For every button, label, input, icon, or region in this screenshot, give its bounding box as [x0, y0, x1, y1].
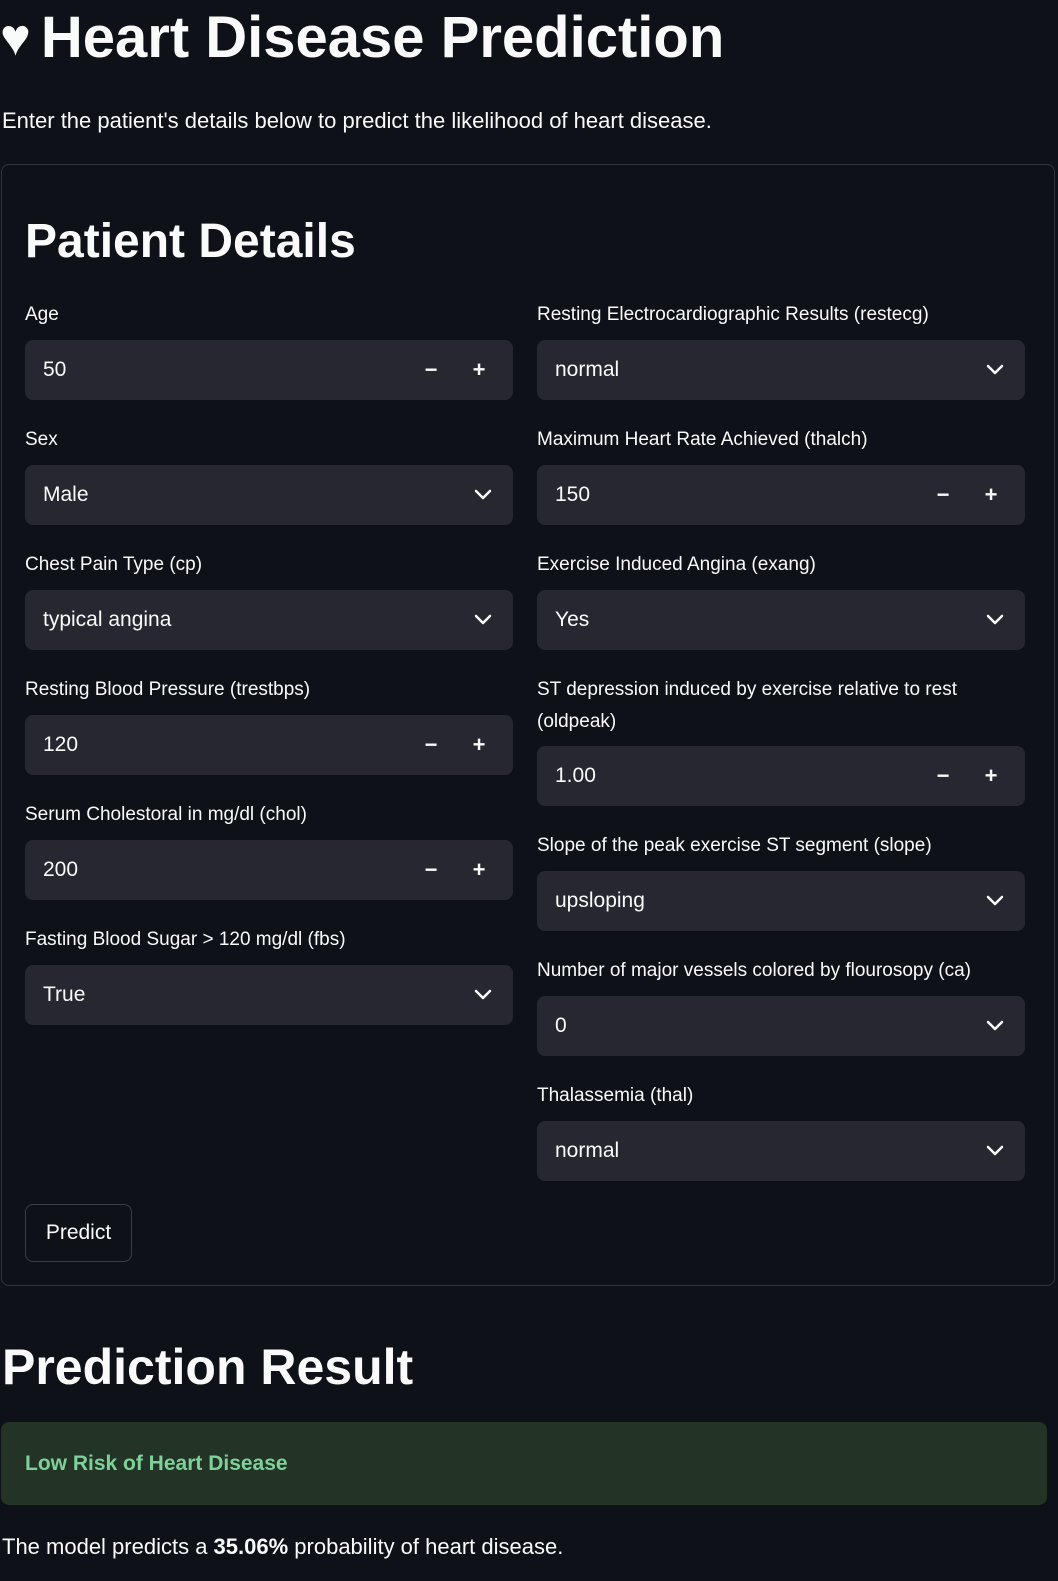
cp-value: typical angina [43, 608, 172, 631]
oldpeak-increment-button[interactable]: + [967, 754, 1015, 798]
age-stepper: − + [407, 348, 503, 392]
trestbps-stepper: − + [407, 723, 503, 767]
restecg-label: Resting Electrocardiographic Results (re… [537, 304, 929, 325]
chol-increment-button[interactable]: + [455, 848, 503, 892]
cp-label: Chest Pain Type (cp) [25, 554, 203, 575]
age-label: Age [25, 304, 59, 325]
sex-value: Male [43, 483, 89, 506]
restecg-select[interactable]: normal [537, 340, 1025, 400]
chevron-down-icon [983, 889, 1007, 913]
exang-select[interactable]: Yes [537, 590, 1025, 650]
sex-label: Sex [25, 429, 58, 450]
trestbps-label: Resting Blood Pressure (trestbps) [25, 679, 311, 700]
slope-value: upsloping [555, 889, 645, 912]
result-status-text: Low Risk of Heart Disease [25, 1451, 288, 1475]
ca-label: Number of major vessels colored by flour… [537, 960, 972, 981]
thal-select[interactable]: normal [537, 1121, 1025, 1181]
fbs-value: True [43, 983, 86, 1006]
exang-label: Exercise Induced Angina (exang) [537, 554, 816, 575]
chevron-down-icon [471, 608, 495, 632]
thalch-decrement-button[interactable]: − [919, 473, 967, 517]
sex-select[interactable]: Male [25, 465, 513, 525]
predict-button[interactable]: Predict [25, 1204, 132, 1262]
age-decrement-button[interactable]: − [407, 348, 455, 392]
fbs-label: Fasting Blood Sugar > 120 mg/dl (fbs) [25, 929, 346, 950]
cp-select[interactable]: typical angina [25, 590, 513, 650]
thal-value: normal [555, 1139, 620, 1162]
thalch-value: 150 [555, 483, 591, 506]
patient-details-heading: Patient Details [25, 215, 356, 268]
result-status-alert: Low Risk of Heart Disease [1, 1422, 1047, 1505]
trestbps-value: 120 [43, 733, 79, 756]
age-input[interactable]: 50 − + [25, 340, 513, 400]
chevron-down-icon [983, 1014, 1007, 1038]
oldpeak-input[interactable]: 1.00 − + [537, 746, 1025, 806]
slope-label: Slope of the peak exercise ST segment (s… [537, 835, 932, 856]
chevron-down-icon [983, 1139, 1007, 1163]
oldpeak-value: 1.00 [555, 764, 596, 787]
thalch-stepper: − + [919, 473, 1015, 517]
chol-input[interactable]: 200 − + [25, 840, 513, 900]
chevron-down-icon [471, 483, 495, 507]
result-text-prefix: The model predicts a [2, 1534, 214, 1559]
oldpeak-stepper: − + [919, 754, 1015, 798]
age-value: 50 [43, 358, 67, 381]
chol-decrement-button[interactable]: − [407, 848, 455, 892]
fbs-select[interactable]: True [25, 965, 513, 1025]
slope-select[interactable]: upsloping [537, 871, 1025, 931]
trestbps-input[interactable]: 120 − + [25, 715, 513, 775]
heart-icon: ♥ [0, 9, 31, 67]
trestbps-increment-button[interactable]: + [455, 723, 503, 767]
oldpeak-label: ST depression induced by exercise relati… [537, 679, 957, 732]
result-probability: 35.06% [213, 1534, 289, 1559]
chevron-down-icon [983, 608, 1007, 632]
result-description: The model predicts a 35.06% probability … [2, 1532, 563, 1562]
chol-value: 200 [43, 858, 79, 881]
chevron-down-icon [983, 358, 1007, 382]
chol-label: Serum Cholestoral in mg/dl (chol) [25, 804, 307, 825]
trestbps-decrement-button[interactable]: − [407, 723, 455, 767]
thalch-increment-button[interactable]: + [967, 473, 1015, 517]
oldpeak-decrement-button[interactable]: − [919, 754, 967, 798]
chol-stepper: − + [407, 848, 503, 892]
chevron-down-icon [471, 983, 495, 1007]
thalch-input[interactable]: 150 − + [537, 465, 1025, 525]
age-increment-button[interactable]: + [455, 348, 503, 392]
thal-label: Thalassemia (thal) [537, 1085, 694, 1106]
page-subtitle: Enter the patient's details below to pre… [2, 108, 712, 133]
page-title: ♥ Heart Disease Prediction [0, 2, 724, 74]
prediction-result-heading: Prediction Result [2, 1339, 414, 1395]
thalch-label: Maximum Heart Rate Achieved (thalch) [537, 429, 868, 450]
exang-value: Yes [555, 608, 590, 631]
ca-select[interactable]: 0 [537, 996, 1025, 1056]
result-text-suffix: probability of heart disease. [288, 1534, 564, 1559]
page-title-text: Heart Disease Prediction [40, 5, 725, 70]
restecg-value: normal [555, 358, 620, 381]
ca-value: 0 [555, 1014, 567, 1037]
